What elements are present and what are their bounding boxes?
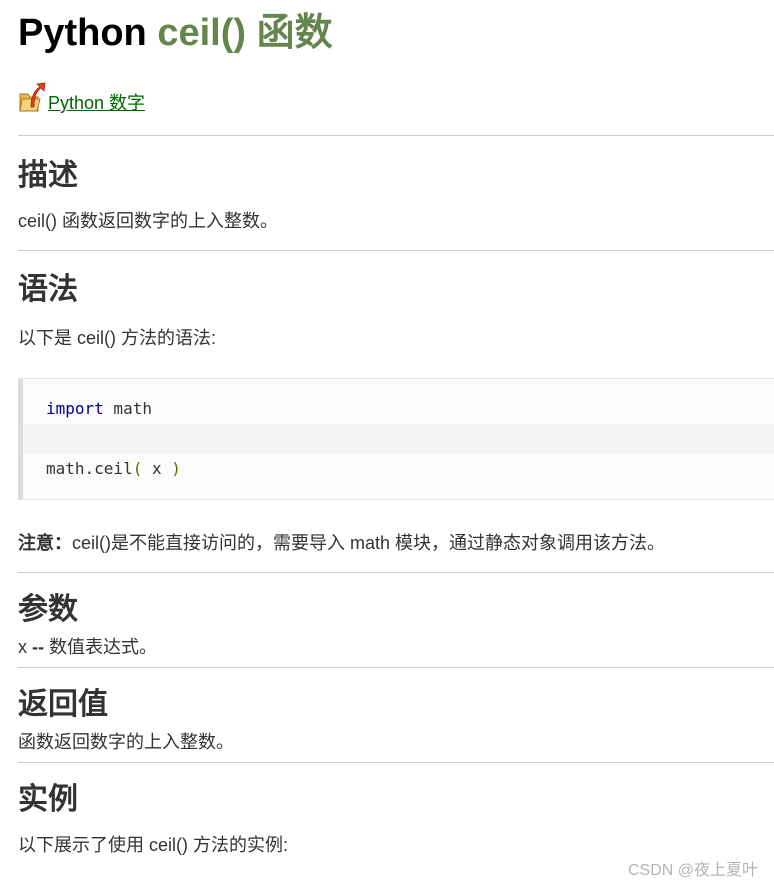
page-title-accent: ceil() 函数 [157, 12, 333, 54]
code-line: import math [23, 394, 774, 424]
python-numbers-link[interactable]: Python 数字 [48, 92, 145, 114]
divider [18, 135, 774, 136]
description-text: ceil() 函数返回数字的上入整数。 [18, 211, 278, 231]
param-description: 数值表达式。 [49, 637, 157, 657]
code-text: math.ceil [46, 459, 133, 478]
example-intro-text: 以下展示了使用 ceil() 方法的实例: [18, 835, 288, 855]
syntax-intro-text: 以下是 ceil() 方法的语法: [18, 328, 216, 348]
param-separator: -- [27, 637, 49, 657]
returns-text: 函数返回数字的上入整数。 [18, 732, 234, 752]
section-title-returns: 返回值 [18, 688, 108, 721]
section-title-example: 实例 [18, 783, 78, 816]
divider [18, 762, 774, 763]
page-title: Python ceil() 函数 [18, 0, 774, 56]
params-text: x -- 数值表达式。 [18, 634, 774, 660]
code-line: math.ceil( x ) [23, 454, 774, 484]
code-block[interactable]: import math math.ceil( x ) [18, 378, 774, 500]
divider [18, 572, 774, 573]
code-line [23, 424, 774, 454]
code-text: x [142, 459, 172, 478]
divider [18, 250, 774, 251]
section-title-params: 参数 [18, 593, 78, 626]
csdn-watermark: CSDN @夜上夏叶 [627, 862, 758, 879]
folder-up-arrow-icon [19, 82, 46, 112]
divider [18, 667, 774, 668]
code-punct: ( [132, 459, 143, 478]
code-text: math [103, 399, 152, 418]
syntax-note: 注意：ceil()是不能直接访问的，需要导入 math 模块，通过静态对象调用该… [18, 530, 774, 556]
code-keyword: import [46, 399, 104, 418]
section-title-description: 描述 [18, 159, 78, 192]
back-link-row[interactable]: Python 数字 [18, 78, 774, 118]
param-name: x [18, 637, 27, 657]
section-title-syntax: 语法 [18, 273, 78, 306]
page-title-prefix: Python [18, 12, 158, 54]
note-label: 注意： [18, 533, 72, 553]
note-text: ceil()是不能直接访问的，需要导入 math 模块，通过静态对象调用该方法。 [72, 533, 666, 553]
article-content: Python ceil() 函数 Python 数字 描述 ceil() 函数返… [18, 0, 774, 858]
code-punct: ) [171, 459, 181, 478]
